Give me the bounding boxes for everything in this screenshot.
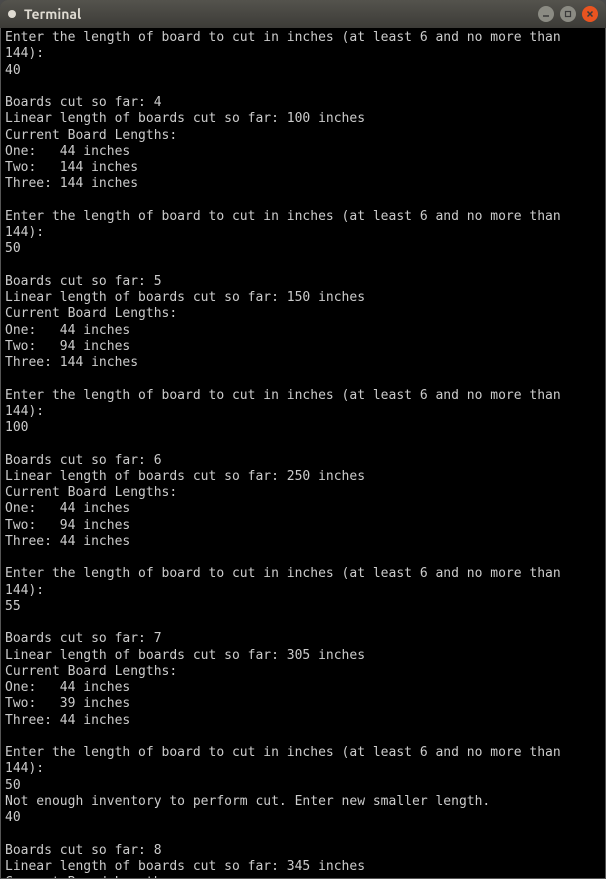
app-indicator-dot xyxy=(8,10,16,18)
window-title: Terminal xyxy=(24,6,538,22)
terminal-window: Terminal Enter the length of board to cu… xyxy=(0,0,606,879)
window-controls xyxy=(538,6,598,22)
titlebar[interactable]: Terminal xyxy=(0,0,606,28)
terminal-output[interactable]: Enter the length of board to cut in inch… xyxy=(0,28,606,879)
close-button[interactable] xyxy=(582,6,598,22)
maximize-button[interactable] xyxy=(560,6,576,22)
minimize-button[interactable] xyxy=(538,6,554,22)
